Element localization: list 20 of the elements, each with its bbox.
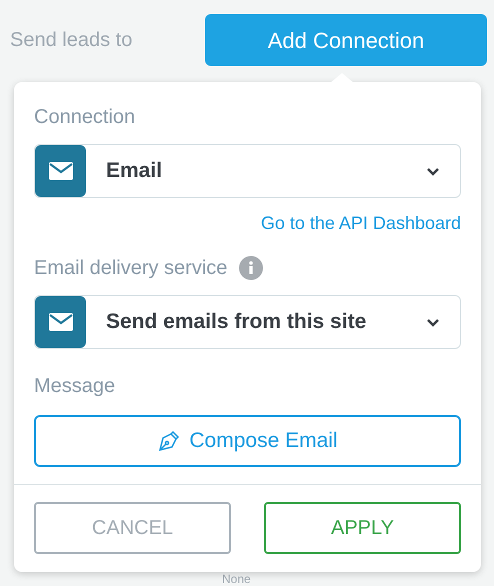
pen-icon — [157, 429, 182, 453]
field-label: Send leads to — [10, 28, 134, 53]
envelope-icon — [48, 161, 74, 181]
section-label: Email delivery service — [34, 256, 228, 281]
section-label: Connection — [34, 105, 136, 130]
select-value: Send emails from this site — [106, 309, 368, 336]
select-value: Email — [106, 158, 164, 184]
envelope-icon — [48, 312, 74, 332]
background-text: None — [222, 573, 251, 585]
section-label: Message — [34, 374, 116, 399]
select-dropdown[interactable]: Email — [34, 144, 461, 198]
compose-email-button[interactable]: Compose Email — [34, 415, 461, 467]
cancel-button[interactable]: CANCEL — [34, 502, 231, 554]
info-icon[interactable] — [239, 256, 264, 280]
apply-button[interactable]: APPLY — [264, 502, 461, 554]
select-dropdown[interactable]: Send emails from this site — [34, 295, 461, 349]
chevron-down-icon — [426, 166, 440, 176]
chevron-down-icon — [426, 318, 440, 326]
add-connection-button[interactable]: Add Connection — [205, 14, 487, 66]
api-dashboard-link[interactable]: Go to the API Dashboard — [260, 210, 461, 237]
